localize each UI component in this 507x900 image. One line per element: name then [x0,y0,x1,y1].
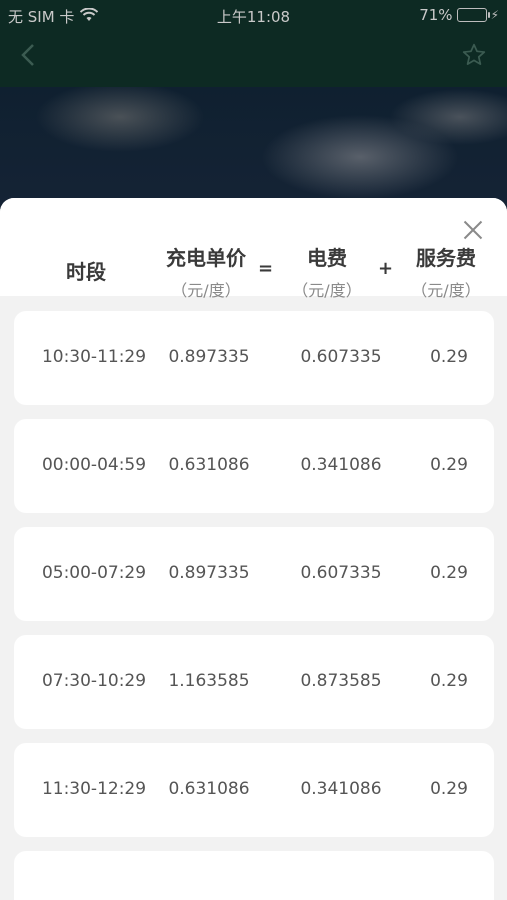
battery-percent: 71% [419,6,453,24]
chevron-left-icon[interactable] [20,42,50,72]
electricity-fee: 0.873585 [300,671,382,691]
electricity-fee: 0.607335 [300,563,382,583]
equals-sign: = [258,258,274,279]
nav-bar [0,30,507,87]
list-item: 00:00-04:59 0.631086 0.341086 0.29 [14,419,494,513]
service-fee: 0.29 [430,347,468,367]
electricity-fee: 0.341086 [300,779,382,799]
sheet-header: 时段 充电单价 （元/度） = 电费 （元/度） + 服务费 （元/度） [0,198,507,300]
header-price-unit: （元/度） [171,281,241,300]
unit-price: 0.897335 [168,347,250,367]
plus-sign: + [378,258,394,279]
battery-icon [456,8,490,22]
unit-price: 1.163585 [168,671,250,691]
list-item: 11:30-12:29 0.631086 0.341086 0.29 [14,743,494,837]
header-service: 服务费 （元/度） [398,242,494,301]
unit-price: 0.897335 [168,563,250,583]
header-elec-unit: （元/度） [292,281,362,300]
header-service-unit: （元/度） [411,281,481,300]
list-item: 07:30-10:29 1.163585 0.873585 0.29 [14,635,494,729]
header-price: 充电单价 （元/度） [150,242,262,301]
service-fee: 0.29 [430,563,468,583]
close-icon[interactable] [461,218,485,242]
electricity-fee: 0.607335 [300,347,382,367]
status-bar: 无 SIM 卡 上午11:08 71% ⚡ [0,0,507,30]
star-outline-icon[interactable] [459,42,489,72]
header-time: 时段 [46,256,126,285]
list-item: 10:30-11:29 0.897335 0.607335 0.29 [14,311,494,405]
header-elec: 电费 （元/度） [282,242,372,301]
charging-icon: ⚡ [490,8,499,22]
header-time-label: 时段 [66,260,106,284]
header-service-label: 服务费 [416,246,476,270]
header-price-label: 充电单价 [166,246,246,270]
price-sheet: 时段 充电单价 （元/度） = 电费 （元/度） + 服务费 （元/度） 10:… [0,198,507,900]
service-fee: 0.29 [430,671,468,691]
unit-price: 0.631086 [168,455,250,475]
service-fee: 0.29 [430,779,468,799]
list-item: 05:00-07:29 0.897335 0.607335 0.29 [14,527,494,621]
electricity-fee: 0.341086 [300,455,382,475]
list-item-partial [14,851,494,900]
header-elec-label: 电费 [307,246,347,270]
service-fee: 0.29 [430,455,468,475]
unit-price: 0.631086 [168,779,250,799]
